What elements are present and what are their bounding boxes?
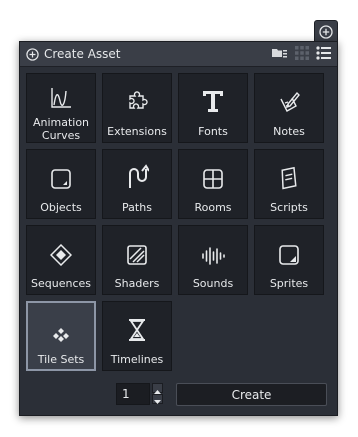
asset-grid: Animation Curves Extensions Fonts Notes … bbox=[26, 73, 324, 371]
decrement-button[interactable] bbox=[152, 394, 163, 404]
curve-icon bbox=[49, 86, 73, 114]
font-T-icon bbox=[201, 88, 225, 118]
tile-label: Fonts bbox=[198, 124, 228, 138]
hourglass-icon bbox=[126, 318, 148, 346]
asset-tile-sequences[interactable]: Sequences bbox=[26, 225, 96, 295]
tile-label: Scripts bbox=[270, 200, 308, 214]
object-square-icon bbox=[50, 168, 72, 194]
tile-label: Paths bbox=[122, 200, 152, 214]
tile-label: Tile Sets bbox=[37, 352, 85, 366]
puzzle-icon bbox=[125, 90, 149, 118]
shader-square-icon bbox=[126, 244, 148, 270]
path-arrow-icon bbox=[125, 164, 150, 194]
asset-tile-extensions[interactable]: Extensions bbox=[102, 73, 172, 143]
tile-label: Sequences bbox=[31, 276, 91, 290]
asset-tile-scripts[interactable]: Scripts bbox=[254, 149, 324, 219]
count-input[interactable] bbox=[116, 383, 150, 405]
tile-label: Rooms bbox=[194, 200, 232, 214]
room-grid-icon bbox=[202, 168, 224, 194]
plus-circle-icon[interactable] bbox=[26, 47, 39, 61]
asset-tile-sounds[interactable]: Sounds bbox=[178, 225, 248, 295]
plus-circle-icon bbox=[319, 24, 333, 43]
asset-tile-paths[interactable]: Paths bbox=[102, 149, 172, 219]
asset-tile-animation-curves[interactable]: Animation Curves bbox=[26, 73, 96, 143]
tile-label: Sprites bbox=[269, 276, 309, 290]
sprite-square-icon bbox=[278, 244, 300, 270]
asset-tile-notes[interactable]: Notes bbox=[254, 73, 324, 143]
tile-label: Sounds bbox=[192, 276, 234, 290]
asset-tile-fonts[interactable]: Fonts bbox=[178, 73, 248, 143]
tileset-diamonds-icon bbox=[50, 327, 72, 347]
list-view-icon[interactable] bbox=[316, 45, 331, 63]
panel-header: Create Asset bbox=[20, 42, 337, 67]
asset-tile-rooms[interactable]: Rooms bbox=[178, 149, 248, 219]
sequence-diamond-icon bbox=[49, 243, 73, 270]
asset-tile-tile-sets[interactable]: Tile Sets bbox=[26, 301, 96, 371]
asset-tile-timelines[interactable]: Timelines bbox=[102, 301, 172, 371]
view-toolbar bbox=[271, 45, 331, 63]
tile-label: Objects bbox=[40, 200, 82, 214]
asset-tile-sprites[interactable]: Sprites bbox=[254, 225, 324, 295]
panel-title: Create Asset bbox=[44, 47, 121, 61]
script-scroll-icon bbox=[278, 166, 300, 194]
tile-label: Timelines bbox=[110, 352, 164, 366]
tile-label: Animation Curves bbox=[32, 116, 90, 142]
create-button[interactable]: Create bbox=[176, 383, 327, 406]
sound-wave-icon bbox=[201, 246, 225, 270]
tile-label: Shaders bbox=[114, 276, 160, 290]
note-pencil-icon bbox=[277, 90, 301, 118]
tile-label: Extensions bbox=[107, 124, 167, 138]
create-asset-panel: Create Asset Animation Curves Extensions… bbox=[19, 41, 338, 416]
asset-tile-objects[interactable]: Objects bbox=[26, 149, 96, 219]
folder-view-icon[interactable] bbox=[271, 47, 288, 62]
count-stepper bbox=[116, 383, 164, 405]
grid-view-icon[interactable] bbox=[295, 45, 309, 63]
asset-tile-shaders[interactable]: Shaders bbox=[102, 225, 172, 295]
tile-label: Notes bbox=[273, 124, 305, 138]
chevron-down-icon bbox=[154, 390, 161, 409]
